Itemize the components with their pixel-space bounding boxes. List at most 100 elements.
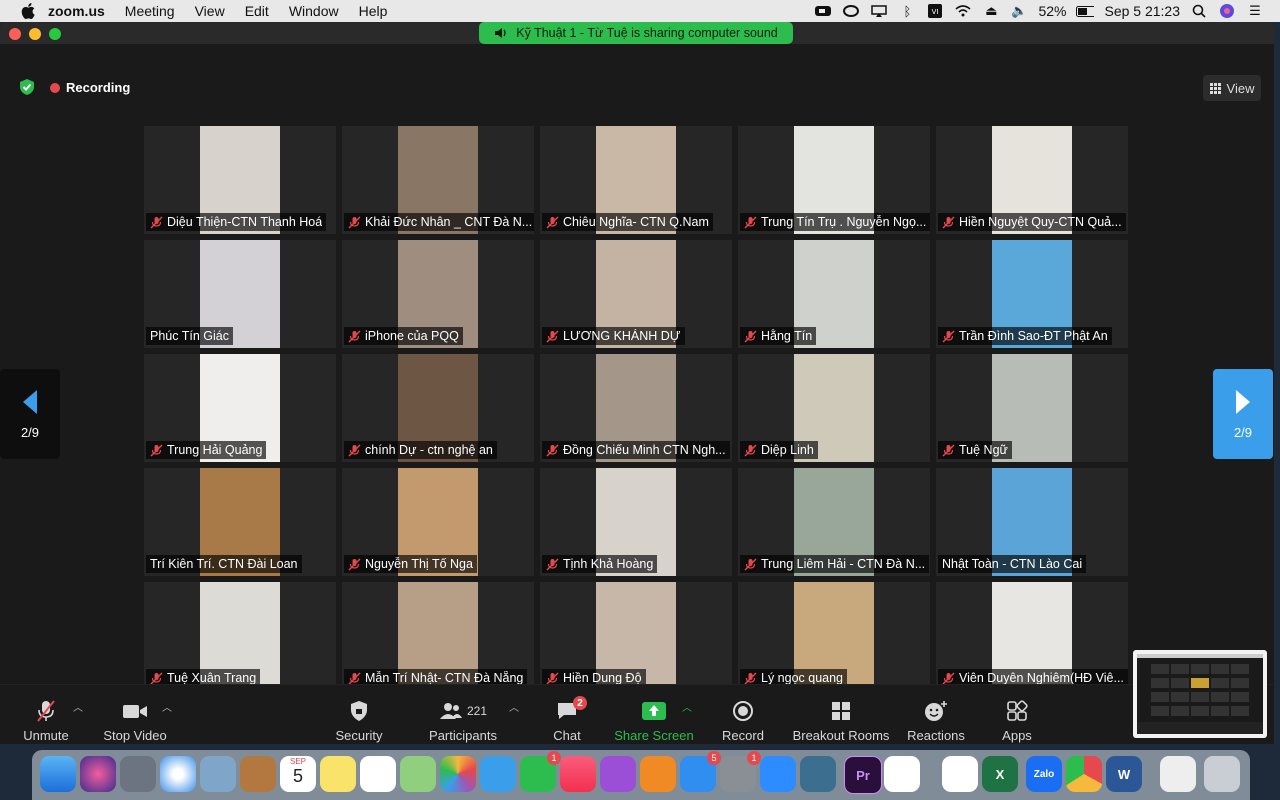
launchpad-icon[interactable] (120, 756, 156, 792)
close-window-button[interactable] (9, 28, 21, 40)
zoom-status-icon[interactable] (814, 4, 832, 18)
zalo-icon[interactable]: Zalo (1026, 756, 1062, 792)
participant-tile[interactable]: chính Dự - ctn nghệ an (342, 354, 534, 462)
battery-icon[interactable] (1076, 4, 1095, 18)
next-page-button[interactable]: 2/9 (1213, 369, 1273, 459)
sharing-sound-banner[interactable]: Kỹ Thuật 1 - Từ Tuệ is sharing computer … (479, 22, 793, 44)
quicktime-icon[interactable] (800, 756, 836, 792)
participant-tile[interactable]: Hằng Tín (738, 240, 930, 348)
participant-tile[interactable]: Diệu Thiện-CTN Thanh Hoá (144, 126, 336, 234)
unmute-button[interactable]: Unmute (20, 691, 72, 743)
clock[interactable]: Sep 5 21:23 (1104, 3, 1180, 19)
menu-app-name[interactable]: zoom.us (48, 3, 105, 19)
gantt-app-icon[interactable] (884, 756, 920, 792)
participant-tile[interactable]: Trung Liêm Hải - CTN Đà N... (738, 468, 930, 576)
participants-options-caret-icon[interactable]: ︿ (509, 699, 519, 714)
mail-icon[interactable] (200, 756, 236, 792)
video-options-caret-icon[interactable]: ︿ (162, 699, 172, 714)
finder-icon[interactable] (40, 756, 76, 792)
volume-icon[interactable]: 🔈 (1010, 3, 1028, 18)
participant-tile[interactable]: Phúc Tín Giác (144, 240, 336, 348)
facetime-icon[interactable]: 1 (520, 751, 561, 792)
view-button[interactable]: View (1203, 75, 1261, 101)
security-button[interactable]: Security (333, 691, 385, 743)
premiere-pro-icon[interactable]: Pr (844, 756, 882, 794)
chrome-icon[interactable] (1066, 756, 1102, 792)
apps-button[interactable]: Apps (998, 691, 1036, 743)
participant-name: Trí Kiên Trí. CTN Đài Loan (150, 557, 298, 571)
system-preferences-icon[interactable]: 1 (720, 751, 761, 792)
recent-document-icon[interactable] (1160, 756, 1196, 792)
app-store-icon[interactable]: 5 (680, 751, 721, 792)
participant-tile[interactable]: Trần Đình Sao-ĐT Phật An (936, 240, 1128, 348)
siri-icon[interactable] (1218, 4, 1236, 18)
participant-tile[interactable]: Trí Kiên Trí. CTN Đài Loan (144, 468, 336, 576)
menu-edit[interactable]: Edit (245, 3, 269, 19)
bluetooth-icon[interactable]: ᛒ (898, 4, 916, 19)
excel-icon[interactable]: X (982, 756, 1018, 792)
minimize-window-button[interactable] (29, 28, 41, 40)
gantt-app-2-icon[interactable] (942, 756, 978, 792)
menu-help[interactable]: Help (359, 3, 388, 19)
spotlight-search-icon[interactable] (1190, 4, 1208, 18)
participant-tile[interactable]: iPhone của PQQ (342, 240, 534, 348)
photos-icon[interactable] (440, 756, 476, 792)
participant-tile[interactable]: Viên Duyên Nghiêm(HĐ Viê... (936, 582, 1128, 690)
stop-video-button[interactable]: Stop Video (100, 691, 170, 743)
safari-icon[interactable] (160, 756, 196, 792)
participant-tile[interactable]: Tuệ Xuân Trang (144, 582, 336, 690)
maps-icon[interactable] (400, 756, 436, 792)
participant-tile[interactable]: Đồng Chiếu Minh CTN Ngh... (540, 354, 732, 462)
siri-dock-icon[interactable] (80, 756, 116, 792)
participant-tile[interactable]: Lý ngọc quang (738, 582, 930, 690)
input-source-icon[interactable]: VI (926, 4, 944, 18)
participant-tile[interactable]: Trung Hải Quảng (144, 354, 336, 462)
wifi-icon[interactable] (954, 4, 972, 18)
audio-options-caret-icon[interactable]: ︿ (73, 699, 83, 714)
participants-button[interactable]: 221 Participants (428, 691, 498, 743)
arrow-right-icon (1236, 389, 1250, 414)
eject-icon[interactable]: ⏏ (982, 3, 1000, 18)
contacts-icon[interactable] (240, 756, 276, 792)
record-button[interactable]: Record (717, 691, 769, 743)
participant-tile[interactable]: Mẫn Trí Nhật- CTN Đà Nẵng (342, 582, 534, 690)
participant-tile[interactable]: Diệp Linh (738, 354, 930, 462)
breakout-rooms-button[interactable]: Breakout Rooms (790, 691, 892, 743)
participant-tile[interactable]: Hiền Nguyệt Quy-CTN Quả... (936, 126, 1128, 234)
control-center-icon[interactable]: ☰ (1246, 3, 1264, 18)
participant-tile[interactable]: Tịnh Khả Hoàng (540, 468, 732, 576)
participant-name: Tuệ Ngữ (959, 443, 1008, 457)
participant-tile[interactable]: LƯƠNG KHÁNH DỰ (540, 240, 732, 348)
participant-tile[interactable]: Tuệ Ngữ (936, 354, 1128, 462)
notes-icon[interactable] (320, 756, 356, 792)
participant-tile[interactable]: Nguyễn Thị Tố Nga (342, 468, 534, 576)
share-preview-thumbnail[interactable] (1133, 650, 1267, 738)
participant-tile[interactable]: Khải Đức Nhân _ CNT Đà N... (342, 126, 534, 234)
menu-view[interactable]: View (195, 3, 225, 19)
messages-blue-icon[interactable] (480, 756, 516, 792)
encryption-shield-icon[interactable] (18, 78, 36, 96)
music-icon[interactable] (560, 756, 596, 792)
zoom-dock-icon[interactable] (760, 756, 796, 792)
books-icon[interactable] (640, 756, 676, 792)
menu-meeting[interactable]: Meeting (125, 3, 175, 19)
participant-tile[interactable]: Trung Tín Trụ . Nguyễn Ngọ... (738, 126, 930, 234)
participant-tile[interactable]: Hiền Dung Độ (540, 582, 732, 690)
word-icon[interactable]: W (1106, 756, 1142, 792)
zoom-window-button[interactable] (49, 28, 61, 40)
reminders-icon[interactable] (360, 756, 396, 792)
chat-button[interactable]: 2 Chat (548, 691, 587, 743)
recording-indicator[interactable]: Recording (50, 80, 130, 95)
creative-cloud-icon[interactable] (842, 4, 860, 18)
participant-tile[interactable]: Nhật Toàn - CTN Lào Cai (936, 468, 1128, 576)
participant-tile[interactable]: Chiêu Nghĩa- CTN Q.Nam (540, 126, 732, 234)
apple-icon[interactable] (18, 1, 38, 21)
calendar-icon[interactable]: SEP 5 (280, 756, 316, 792)
share-options-caret-icon[interactable]: ︿ (682, 699, 692, 714)
airplay-icon[interactable] (870, 4, 888, 18)
trash-icon[interactable] (1204, 756, 1240, 792)
menu-window[interactable]: Window (289, 3, 339, 19)
podcasts-icon[interactable] (600, 756, 636, 792)
reactions-button[interactable]: Reactions (906, 691, 966, 743)
previous-page-button[interactable]: 2/9 (0, 369, 60, 459)
